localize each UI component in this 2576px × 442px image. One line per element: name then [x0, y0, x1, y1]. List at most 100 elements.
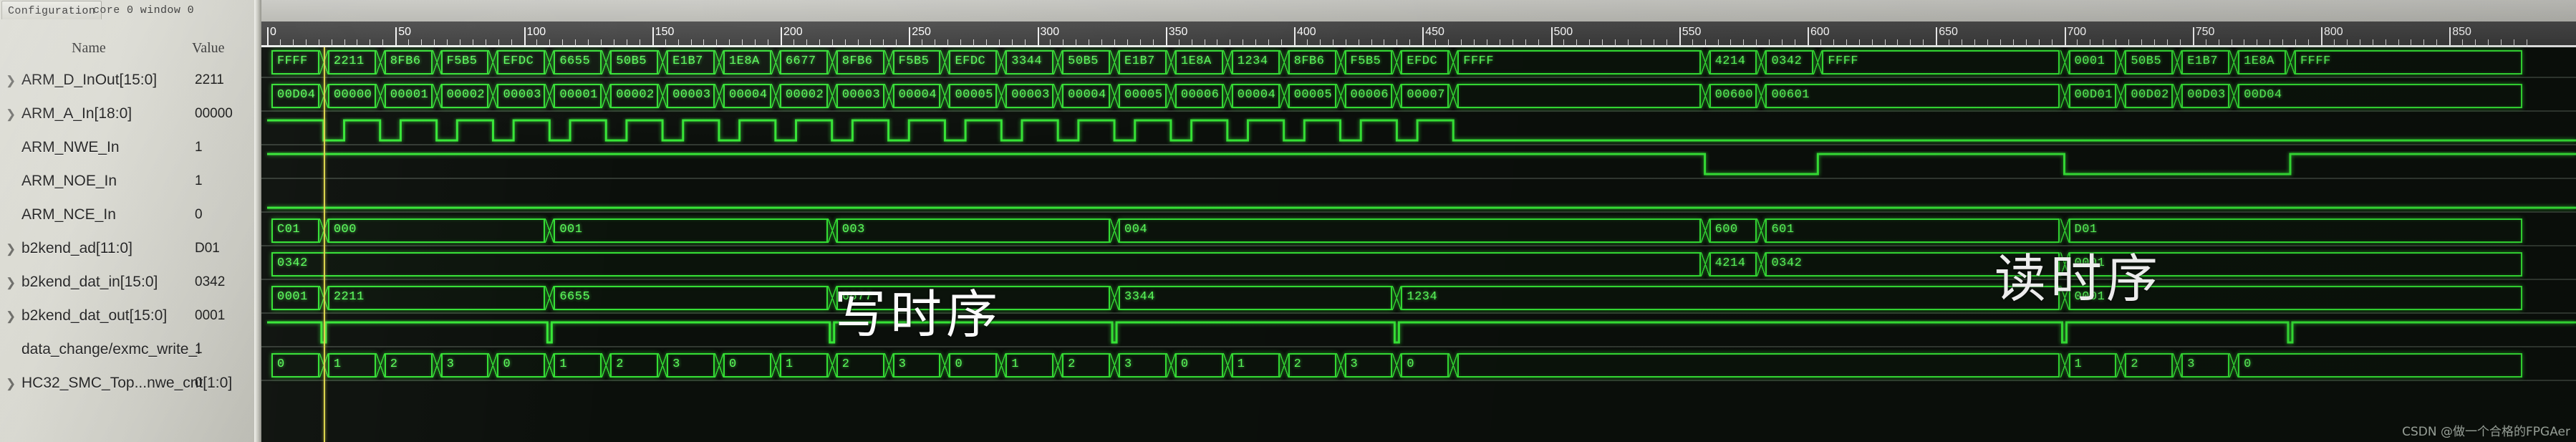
bus-transition-marker [1110, 218, 1119, 243]
bus-value-text: 2 [1293, 357, 1302, 371]
waveform-track[interactable]: C01 000 001 003 004 600 601 D01 [261, 218, 2576, 252]
bus-segment [1457, 84, 1701, 108]
ruler-minor-tick [2025, 39, 2027, 47]
waveform-track[interactable] [261, 151, 2576, 185]
bus-value-text: C01 [277, 223, 301, 236]
bus-value-text: 00003 [672, 88, 711, 102]
bus-value-text: 00D04 [277, 88, 316, 102]
bus-value-text: 00600 [1714, 88, 1754, 102]
bus-transition-marker [432, 353, 441, 378]
panel-divider[interactable] [254, 0, 261, 442]
bus-transition-marker [1813, 50, 1823, 75]
bus-transition-marker [827, 50, 836, 75]
ruler-minor-tick [2038, 39, 2040, 47]
bus-transition-marker [827, 84, 836, 108]
ruler-minor-tick [1139, 39, 1141, 47]
bus-transition-marker [1700, 218, 1709, 243]
bus-value-text: 3 [1124, 357, 1132, 371]
waveform-track[interactable]: FFFF 2211 8FB6 F5B5 EFDC 6655 50B5 E1B7 1E8A 6677… [261, 50, 2576, 84]
chevron-right-icon[interactable]: ❯ [6, 310, 16, 322]
bus-transition-marker [2060, 353, 2069, 378]
bus-value-text: FFFF [1463, 54, 1495, 68]
ruler-baseline [261, 45, 2576, 47]
signal-row[interactable]: data_change/exmc_write_l 1 [0, 335, 258, 369]
bus-transition-marker [1110, 286, 1119, 310]
waveform-track[interactable]: 0001 2211 6655 6677 3344 1234 0001 [261, 286, 2576, 320]
waveform-track[interactable]: 00D04 00000 00001 00002 00003 00001 00002 00003… [261, 84, 2576, 117]
signal-row[interactable]: ❯ ARM_A_In[18:0] 00000 [0, 100, 258, 133]
signal-row[interactable]: ❯ b2kend_ad[11:0] D01 [0, 234, 258, 268]
ruler-tick-label: 350 [1168, 26, 1188, 38]
chevron-right-icon[interactable]: ❯ [6, 108, 16, 120]
ruler-minor-tick [844, 39, 846, 47]
signal-row[interactable]: ❯ HC32_SMC_Top...nwe_cnt[1:0] 0 [0, 369, 258, 403]
waveform-track[interactable] [261, 185, 2576, 218]
ruler-minor-tick [1114, 39, 1116, 47]
signal-row[interactable]: ARM_NCE_In 0 [0, 201, 258, 234]
bus-value-text: 00003 [503, 88, 541, 102]
bus-value-text: 1 [1237, 357, 1245, 371]
bus-value-text: 2211 [333, 54, 365, 68]
waveform-track[interactable]: 0 1 2 3 0 1 2 3 0 1 2 3 0 1 2 3 0 1 2 3 0 1 2 3 0 [261, 353, 2576, 387]
bus-transition-marker [545, 286, 554, 310]
bus-value-text: 1 [785, 357, 793, 371]
column-header-name: Name [72, 40, 106, 56]
bus-value-text: 50B5 [616, 54, 647, 68]
bus-value-text: 1 [2074, 357, 2083, 371]
signal-row[interactable]: ❯ ARM_D_InOut[15:0] 2211 [0, 66, 258, 100]
bus-value-text: 3344 [1011, 54, 1043, 68]
ruler-minor-tick [2128, 39, 2130, 47]
signal-row[interactable]: ❯ b2kend_dat_out[15:0] 0001 [0, 302, 258, 335]
bus-transition-marker [1053, 84, 1063, 108]
annotation-write-timing: 写时序 [834, 284, 1003, 345]
signal-name: ARM_NCE_In [21, 206, 116, 223]
ruler-minor-tick [998, 39, 1000, 47]
time-cursor[interactable] [323, 47, 325, 442]
bus-transition-marker [432, 84, 441, 108]
chevron-right-icon[interactable]: ❯ [6, 378, 16, 390]
ruler-tick-label: 750 [2195, 26, 2215, 38]
bus-transition-marker [1757, 252, 1766, 277]
bus-transition-marker [714, 353, 723, 378]
signal-row[interactable]: ARM_NWE_In 1 [0, 133, 258, 167]
bus-value-text: 1 [1011, 357, 1019, 371]
logic-trace [267, 206, 2576, 209]
tab-core0-window0[interactable]: core 0 window 0 [87, 1, 200, 19]
waveform-track[interactable] [261, 117, 2576, 151]
bus-value-text: 00004 [728, 88, 768, 102]
waveform-track[interactable] [261, 320, 2576, 353]
bus-transition-marker [2116, 84, 2126, 108]
bus-value-text: 8FB6 [390, 54, 421, 68]
bus-transition-marker [2116, 353, 2126, 378]
bus-transition-marker [375, 50, 385, 75]
bus-transition-marker [2116, 50, 2126, 75]
ruler-tick-label: 200 [783, 26, 803, 38]
waveform-track[interactable]: 0342 4214 0342 0001 [261, 252, 2576, 286]
chevron-right-icon[interactable]: ❯ [6, 277, 16, 289]
chevron-right-icon[interactable]: ❯ [6, 243, 16, 255]
waveform-canvas[interactable]: 0 50 100 150 200 250 300 350 400 450 500 550 600 650 7… [261, 0, 2576, 442]
ruler-minor-tick [2269, 39, 2271, 47]
bus-transition-marker [1166, 84, 1175, 108]
ruler-minor-tick [344, 39, 345, 47]
signal-row[interactable]: ❯ b2kend_dat_in[15:0] 0342 [0, 268, 258, 302]
bus-transition-marker [2229, 353, 2239, 378]
signal-row[interactable]: ARM_NOE_In 1 [0, 167, 258, 201]
bus-value-text: E1B7 [672, 54, 703, 68]
ruler-minor-tick [1974, 39, 1976, 47]
ruler-minor-tick [1473, 39, 1475, 47]
bus-transition-marker [2173, 50, 2182, 75]
track-separator [261, 380, 2576, 381]
ruler-minor-tick [985, 39, 987, 47]
bus-value-text: 6655 [559, 54, 591, 68]
ruler-minor-tick [1910, 39, 1911, 47]
chevron-right-icon[interactable]: ❯ [6, 75, 16, 87]
ruler-minor-tick [2077, 39, 2078, 47]
ruler-minor-tick [2141, 39, 2143, 47]
ruler-minor-tick [1871, 39, 1873, 47]
ruler-minor-tick [2333, 39, 2335, 47]
ruler-minor-tick [2308, 39, 2310, 47]
bus-value-text: 00003 [841, 88, 881, 102]
time-ruler[interactable]: 0 50 100 150 200 250 300 350 400 450 500 550 600 650 7… [261, 21, 2576, 47]
bus-transition-marker [1449, 50, 1458, 75]
